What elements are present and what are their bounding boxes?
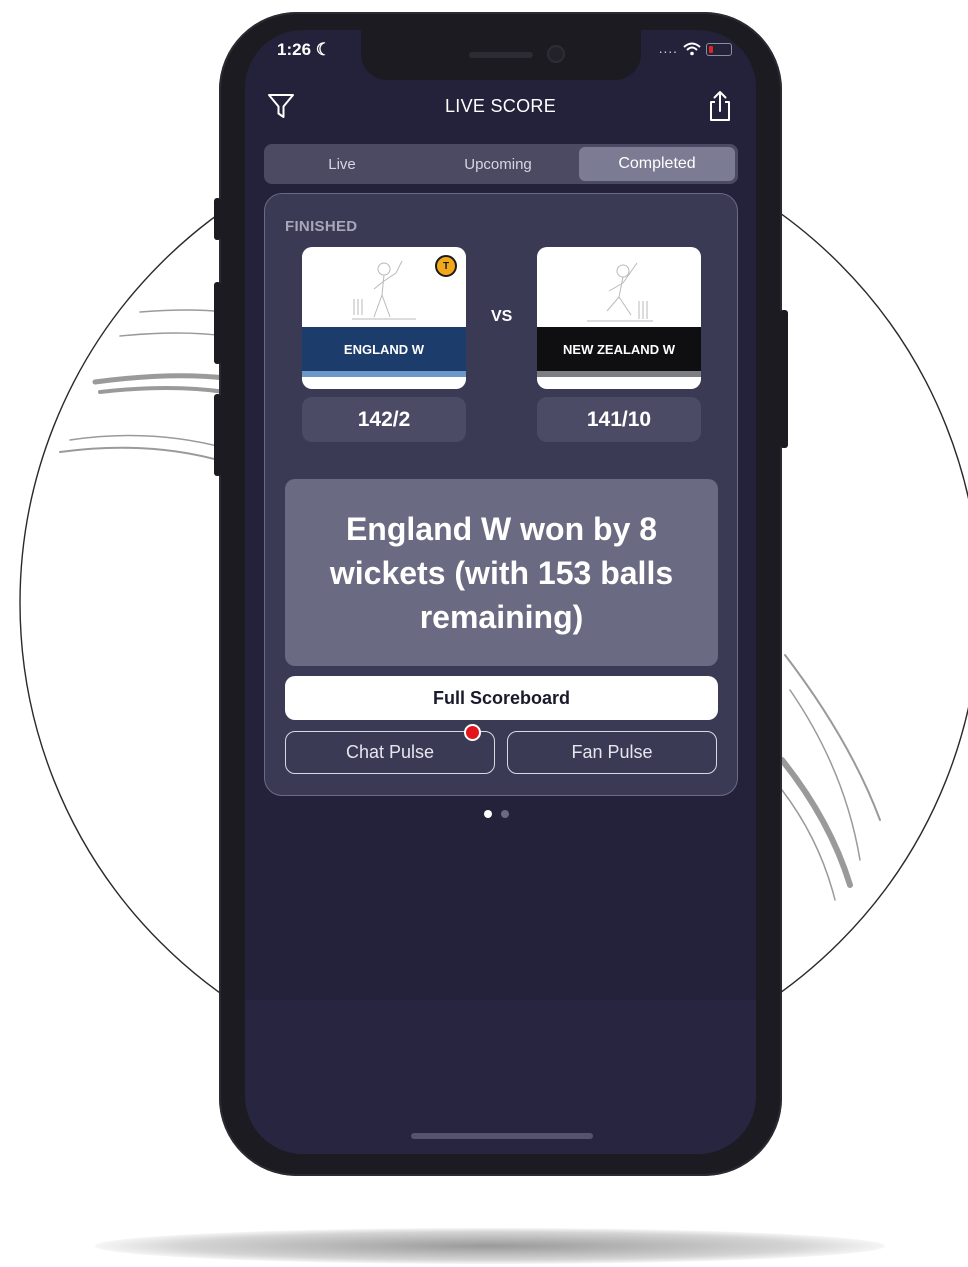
- screen-lower-area: [245, 1000, 756, 1154]
- notch: [361, 30, 641, 80]
- team1-name: ENGLAND W: [302, 327, 466, 371]
- volume-up-button: [214, 282, 221, 364]
- team1-card[interactable]: T ENGLAND W: [302, 247, 466, 389]
- tab-completed[interactable]: Completed: [579, 147, 735, 181]
- speaker: [469, 52, 533, 58]
- status-time: 1:26 ☾: [277, 40, 331, 59]
- mute-switch: [214, 198, 221, 240]
- team1-color-stripe: [302, 371, 466, 377]
- match-result-text: England W won by 8 wickets (with 153 bal…: [329, 510, 674, 635]
- vs-label: VS: [491, 308, 513, 325]
- team1-score: 142/2: [302, 397, 466, 442]
- page-title: LIVE SCORE: [444, 96, 557, 116]
- page-indicator: [484, 810, 509, 818]
- battery-low-icon: [706, 42, 732, 56]
- notification-dot: [464, 724, 481, 741]
- fan-pulse-button[interactable]: Fan Pulse: [507, 731, 717, 774]
- match-status-tabs: Live Upcoming Completed: [264, 144, 738, 184]
- power-button: [780, 310, 788, 448]
- page-dot[interactable]: [501, 810, 509, 818]
- chat-pulse-button[interactable]: Chat Pulse: [285, 731, 495, 774]
- share-icon[interactable]: [707, 90, 733, 122]
- phone-shadow: [95, 1228, 885, 1264]
- match-card: FINISHED T ENGLAND W VS NEW ZEALAND W 14…: [264, 193, 738, 796]
- batter-illustration: [352, 260, 416, 320]
- page-dot-active[interactable]: [484, 810, 492, 818]
- team2-card[interactable]: NEW ZEALAND W: [537, 247, 701, 389]
- volume-down-button: [214, 394, 221, 476]
- tab-live[interactable]: Live: [264, 144, 420, 184]
- home-indicator[interactable]: [411, 1133, 593, 1139]
- team2-name: NEW ZEALAND W: [537, 327, 701, 371]
- full-scoreboard-button[interactable]: Full Scoreboard: [285, 676, 718, 720]
- tab-upcoming[interactable]: Upcoming: [420, 144, 576, 184]
- front-camera: [547, 45, 565, 63]
- bowler-illustration: [587, 262, 653, 322]
- match-status-label: FINISHED: [285, 218, 358, 235]
- toss-winner-badge: T: [435, 255, 457, 277]
- match-result-box: England W won by 8 wickets (with 153 bal…: [285, 479, 718, 666]
- wifi-icon: [683, 42, 701, 56]
- team2-score: 141/10: [537, 397, 701, 442]
- team2-color-stripe: [537, 371, 701, 377]
- cellular-signal-icon: ....: [658, 42, 678, 56]
- status-icons: ....: [659, 42, 732, 56]
- app-screen: 1:26 ☾ .... LIVE SCORE Live Upcoming Com…: [245, 30, 756, 1154]
